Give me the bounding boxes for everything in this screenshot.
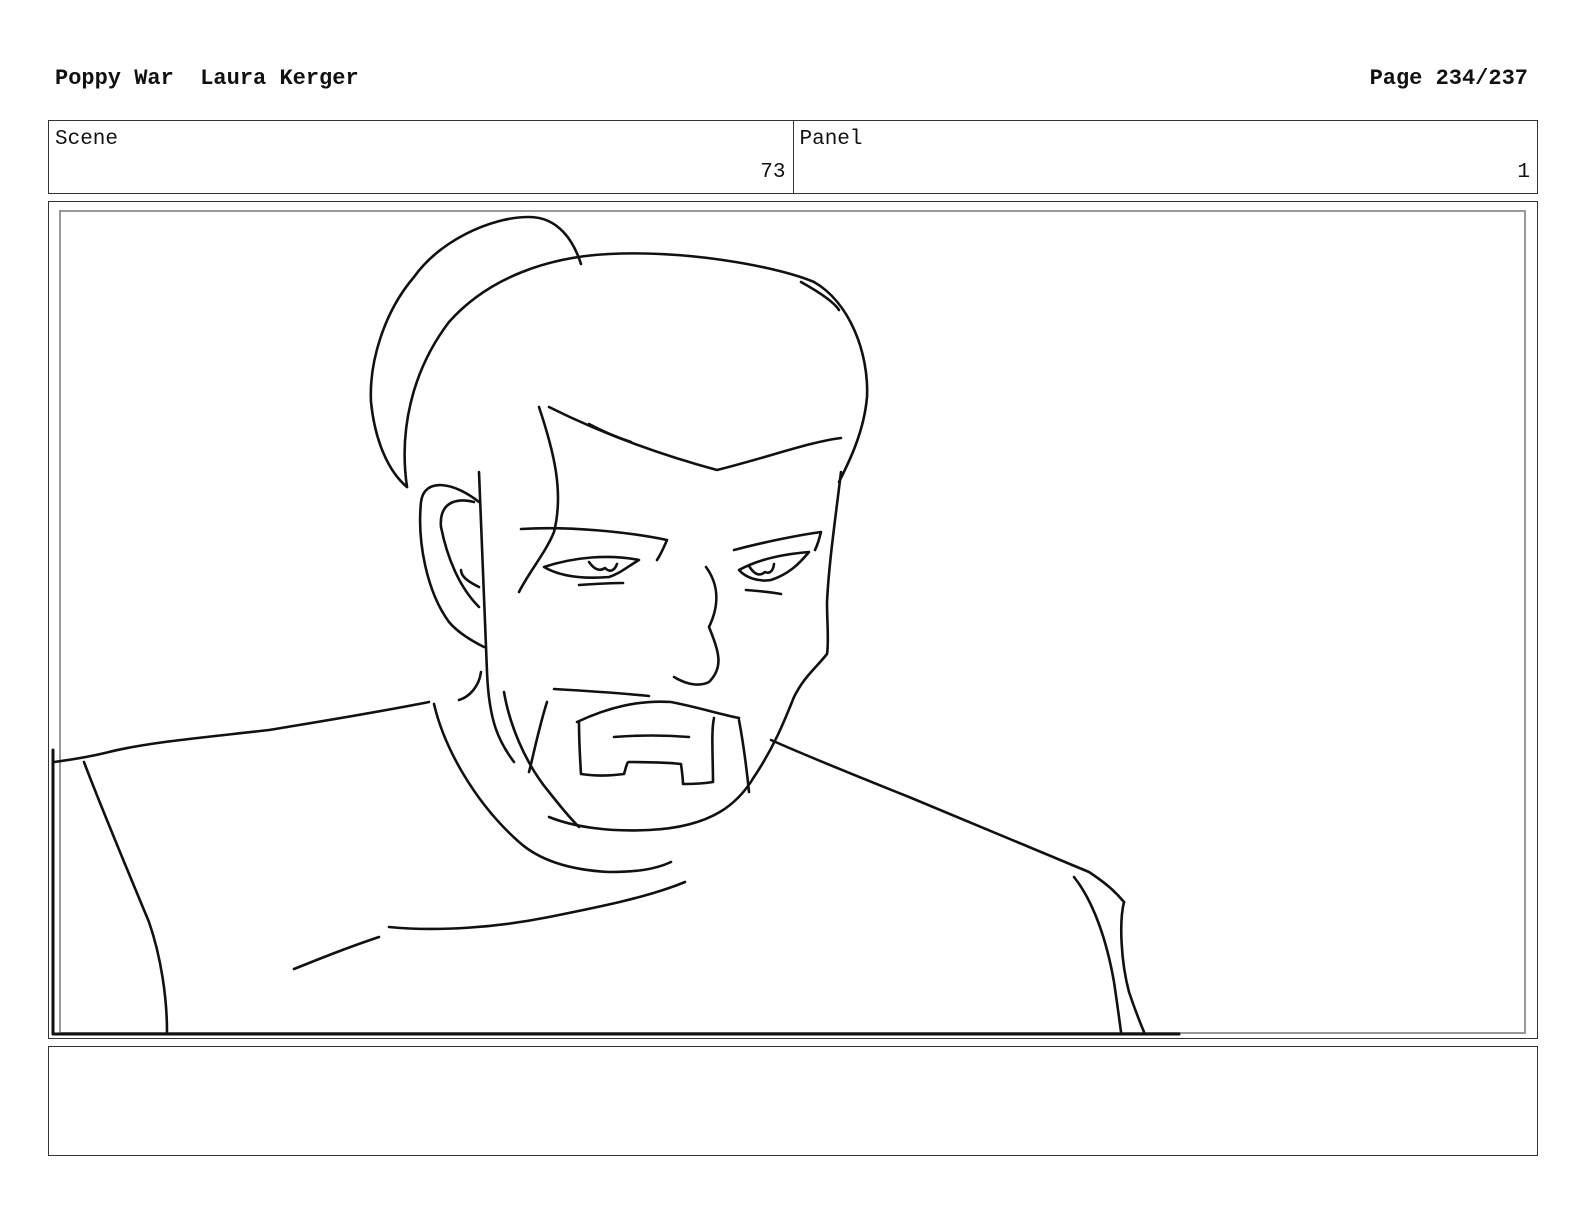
cheek-left-stroke [477,470,516,764]
beard-left-stroke [527,700,549,774]
scene-panel-info-row: Scene 73 Panel 1 [48,120,1538,194]
panel-label: Panel [799,128,863,151]
mouth-stroke [612,734,691,739]
left-eye-stroke [542,555,641,579]
nose-stroke [672,565,720,686]
hair-part-stroke [587,422,633,444]
left-pupil-stroke [587,560,619,572]
storyboard-frame [48,201,1538,1039]
panel-cell: Panel 1 [792,121,1538,193]
scene-cell: Scene 73 [49,121,793,193]
ear-detail-stroke [459,568,481,589]
panel-notes-box [48,1046,1538,1156]
shoulder-right-stroke [769,738,1126,904]
face-right-stroke [752,470,843,779]
page-number: Page 234/237 [1369,66,1528,91]
shoulder-left-stroke [52,700,431,764]
ear-inner-stroke [439,499,481,609]
scene-number: 73 [760,161,786,184]
neck-left-stroke [457,670,483,702]
arm-left-stroke [82,760,169,1034]
collar-left-stroke [292,935,381,971]
scene-label: Scene [55,128,119,151]
mustache-stroke [552,687,651,698]
hair-outline-stroke [403,252,869,489]
neck-line-stroke [432,702,673,874]
jaw-right-stroke [547,775,756,832]
author-name: Laura Kerger [200,66,359,91]
panel-number: 1 [1517,161,1530,184]
storyboard-sketch [51,215,1181,1036]
page-header-title: Poppy War Laura Kerger [55,66,359,91]
jaw-left-stroke [502,690,581,829]
right-pupil-stroke [747,562,776,576]
project-title: Poppy War [55,66,174,91]
arm-right-stroke [1119,900,1146,1034]
goatee-stroke [577,716,716,786]
collar-mid-stroke [387,880,687,931]
right-eyebrow-stroke [732,530,823,552]
hairline-top-stroke [547,405,843,472]
arm-right-inner-stroke [1072,875,1123,1034]
beard-right-stroke [737,718,751,794]
right-eye-lower-stroke [744,588,783,596]
left-eye-lower-stroke [577,581,625,587]
